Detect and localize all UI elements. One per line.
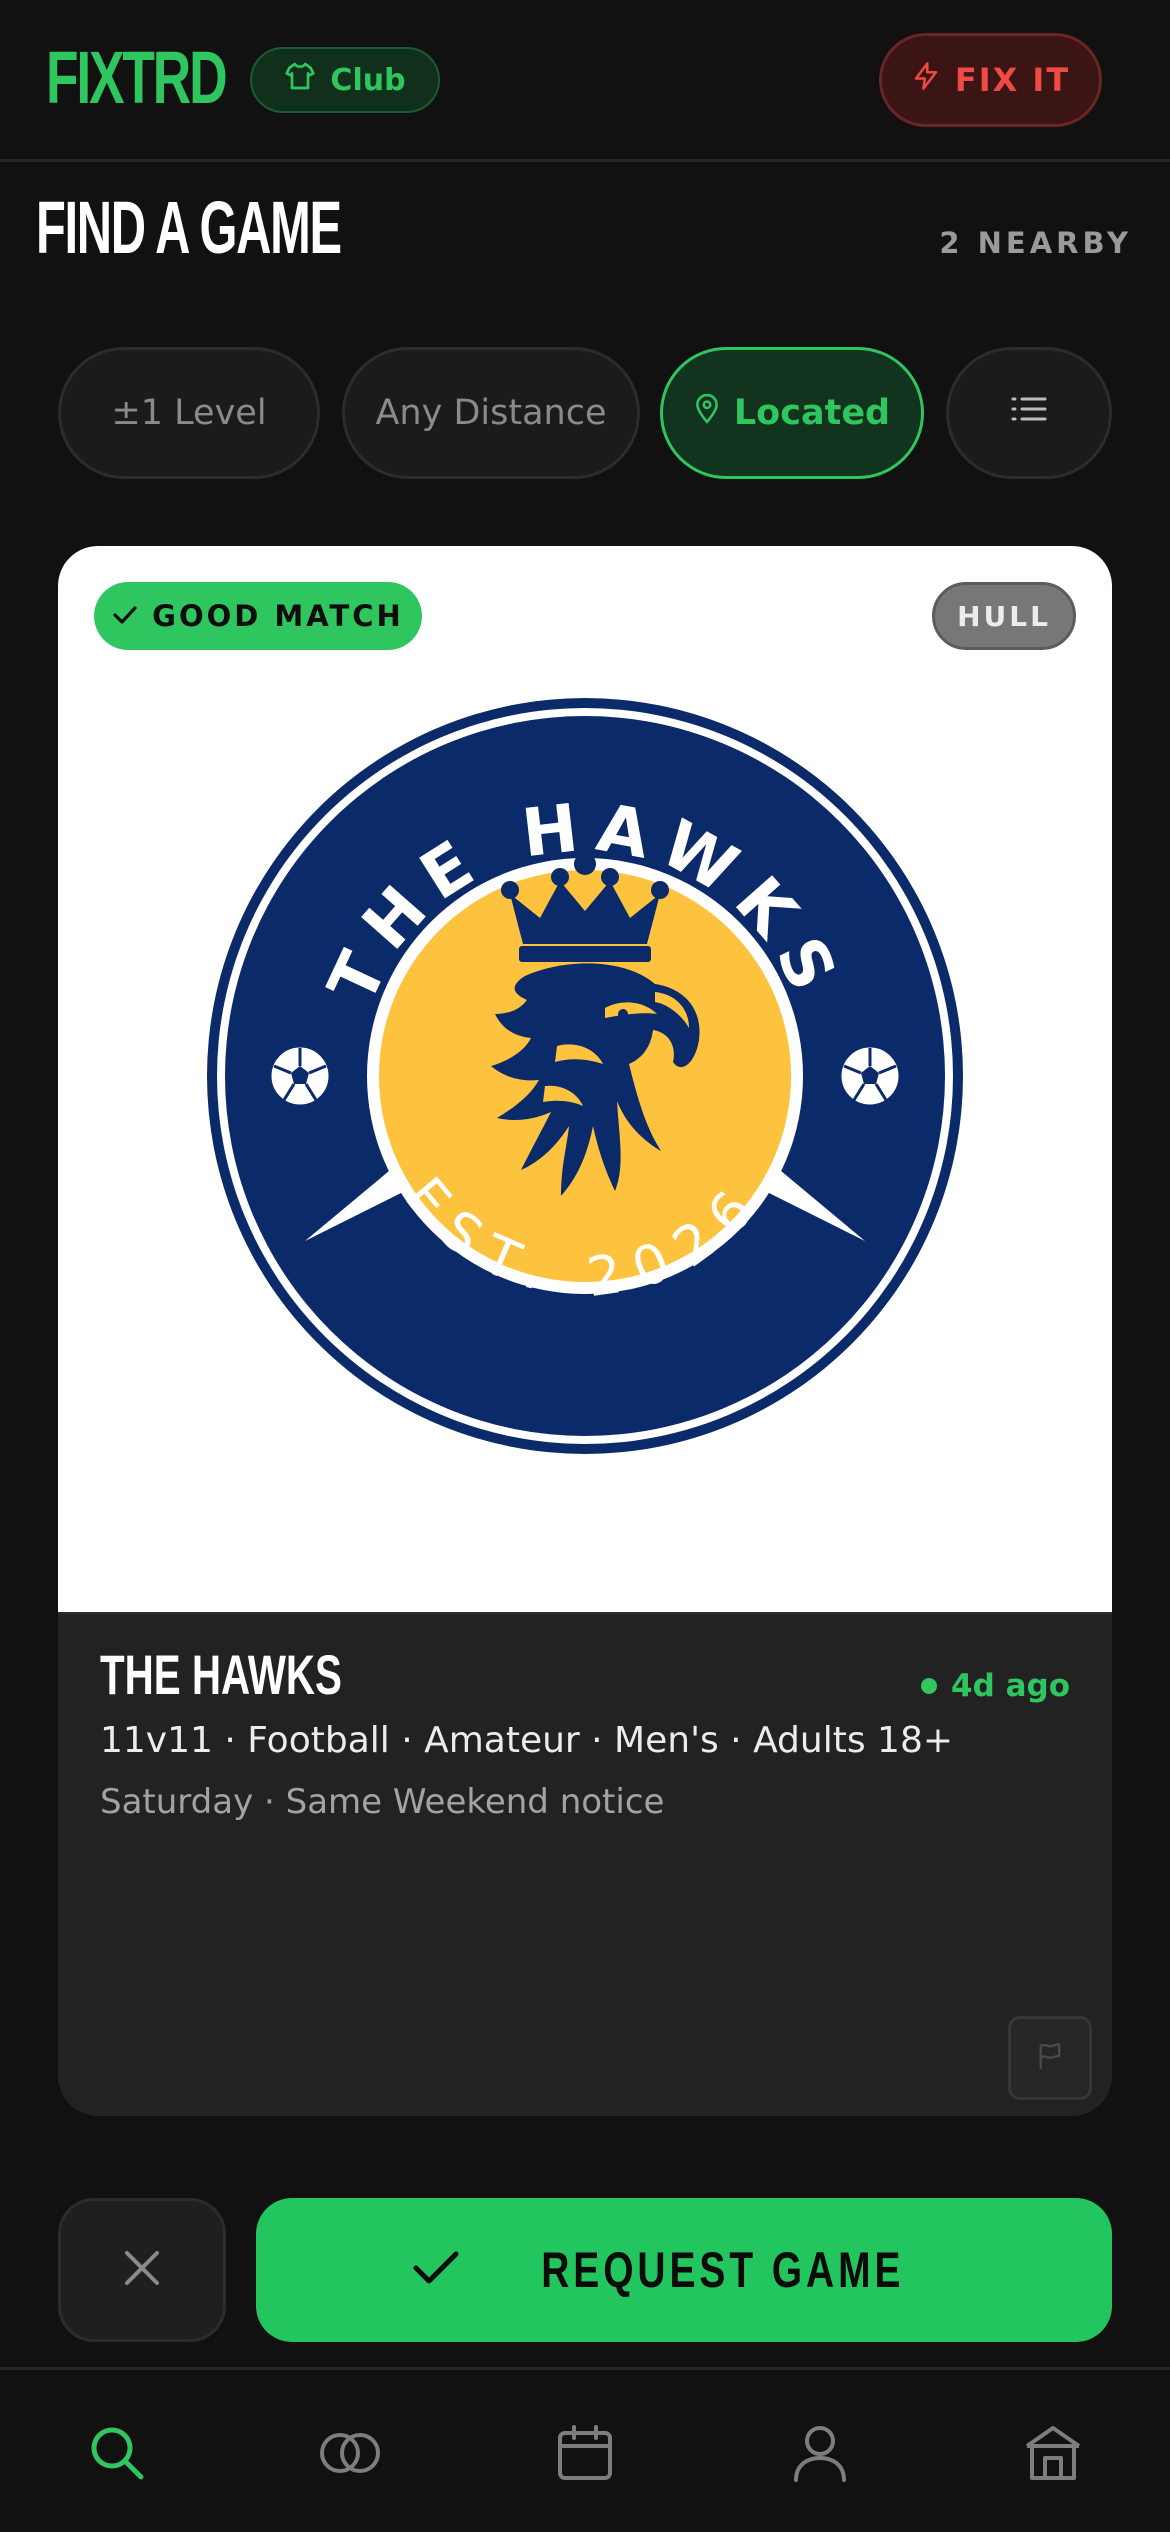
good-match-label: GOOD MATCH bbox=[152, 599, 404, 633]
close-icon bbox=[122, 2248, 162, 2292]
team-card[interactable]: GOOD MATCH HULL THE HAWKS EST. 2026 THE … bbox=[58, 546, 1112, 2116]
team-schedule: Saturday · Same Weekend notice bbox=[100, 1782, 665, 1822]
distance-filter-label: Any Distance bbox=[375, 393, 607, 433]
team-details: 11v11 · Football · Amateur · Men's · Adu… bbox=[100, 1720, 954, 1761]
list-icon bbox=[1010, 393, 1048, 433]
matches-icon bbox=[318, 2431, 382, 2479]
top-bar: FIXTRD Club FIX IT bbox=[0, 0, 1170, 162]
tab-calendar[interactable] bbox=[550, 2420, 620, 2490]
page-title: FIND A GAME bbox=[36, 186, 342, 269]
tab-search[interactable] bbox=[82, 2420, 152, 2490]
posted-time-label: 4d ago bbox=[951, 1668, 1070, 1704]
tab-profile[interactable] bbox=[785, 2420, 855, 2490]
home-icon bbox=[1023, 2424, 1083, 2486]
shirt-icon bbox=[284, 60, 316, 100]
app-logo: FIXTRD bbox=[46, 36, 228, 119]
team-crest-logo: THE HAWKS EST. 2026 bbox=[207, 698, 963, 1454]
status-dot bbox=[921, 1678, 938, 1694]
dismiss-button[interactable] bbox=[58, 2198, 226, 2342]
good-match-badge: GOOD MATCH bbox=[94, 582, 422, 650]
flag-icon bbox=[1036, 2041, 1064, 2075]
football-icon bbox=[838, 1044, 902, 1108]
located-filter-chip[interactable]: Located bbox=[660, 347, 924, 479]
tab-club-home[interactable] bbox=[1018, 2420, 1088, 2490]
request-game-label: REQUEST GAME bbox=[541, 2242, 905, 2298]
tab-matches[interactable] bbox=[315, 2420, 385, 2490]
location-badge: HULL bbox=[932, 582, 1076, 650]
map-pin-icon bbox=[694, 393, 720, 433]
lightning-icon bbox=[911, 61, 941, 99]
search-icon bbox=[87, 2423, 147, 2487]
team-crest-panel: GOOD MATCH HULL THE HAWKS EST. 2026 bbox=[58, 546, 1112, 1615]
distance-filter-chip[interactable]: Any Distance bbox=[342, 347, 640, 479]
club-label: Club bbox=[330, 62, 406, 98]
nearby-count: 2 NEARBY bbox=[939, 226, 1132, 260]
football-icon bbox=[268, 1044, 332, 1108]
fix-it-button[interactable]: FIX IT bbox=[879, 33, 1102, 127]
level-filter-label: ±1 Level bbox=[111, 393, 267, 433]
club-button[interactable]: Club bbox=[250, 47, 440, 113]
bottom-tab-bar bbox=[0, 2367, 1170, 2532]
located-filter-label: Located bbox=[733, 393, 891, 433]
calendar-icon bbox=[556, 2424, 614, 2486]
fix-it-label: FIX IT bbox=[954, 61, 1071, 99]
report-button[interactable] bbox=[1008, 2016, 1092, 2100]
request-game-button[interactable]: REQUEST GAME bbox=[256, 2198, 1112, 2342]
profile-icon bbox=[792, 2424, 848, 2486]
check-icon bbox=[112, 599, 138, 633]
team-name: THE HAWKS bbox=[100, 1643, 342, 1706]
check-icon bbox=[412, 2248, 460, 2292]
posted-time: 4d ago bbox=[921, 1668, 1070, 1704]
list-view-button[interactable] bbox=[946, 347, 1112, 479]
level-filter-chip[interactable]: ±1 Level bbox=[58, 347, 320, 479]
